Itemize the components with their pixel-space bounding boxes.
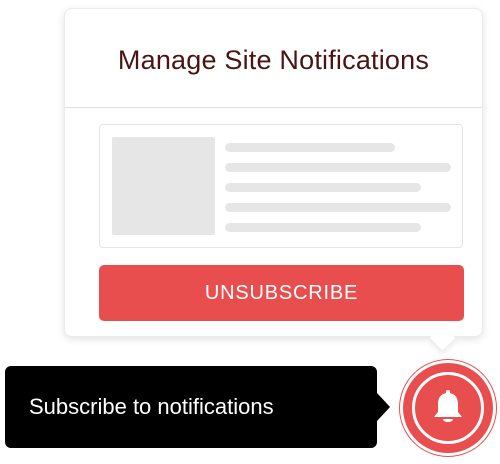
preview-line-placeholder (225, 183, 421, 192)
notification-bell-button[interactable] (400, 360, 496, 456)
notification-preview (99, 124, 463, 248)
bell-icon (434, 390, 462, 422)
preview-line-placeholder (225, 143, 395, 152)
preview-line-placeholder (225, 163, 451, 172)
popup-header: Manage Site Notifications (65, 9, 482, 108)
tooltip-text: Subscribe to notifications (29, 394, 274, 419)
notification-popup: Manage Site Notifications UNSUBSCRIBE (64, 8, 483, 337)
notification-widget: Manage Site Notifications UNSUBSCRIBE Su… (0, 0, 500, 464)
subscribe-tooltip: Subscribe to notifications (5, 366, 377, 448)
tooltip-arrow (377, 393, 390, 421)
preview-line-placeholder (225, 203, 451, 212)
unsubscribe-button[interactable]: UNSUBSCRIBE (99, 265, 464, 321)
popup-title: Manage Site Notifications (117, 44, 430, 75)
preview-image-placeholder (112, 137, 215, 235)
preview-line-placeholder (225, 223, 421, 232)
